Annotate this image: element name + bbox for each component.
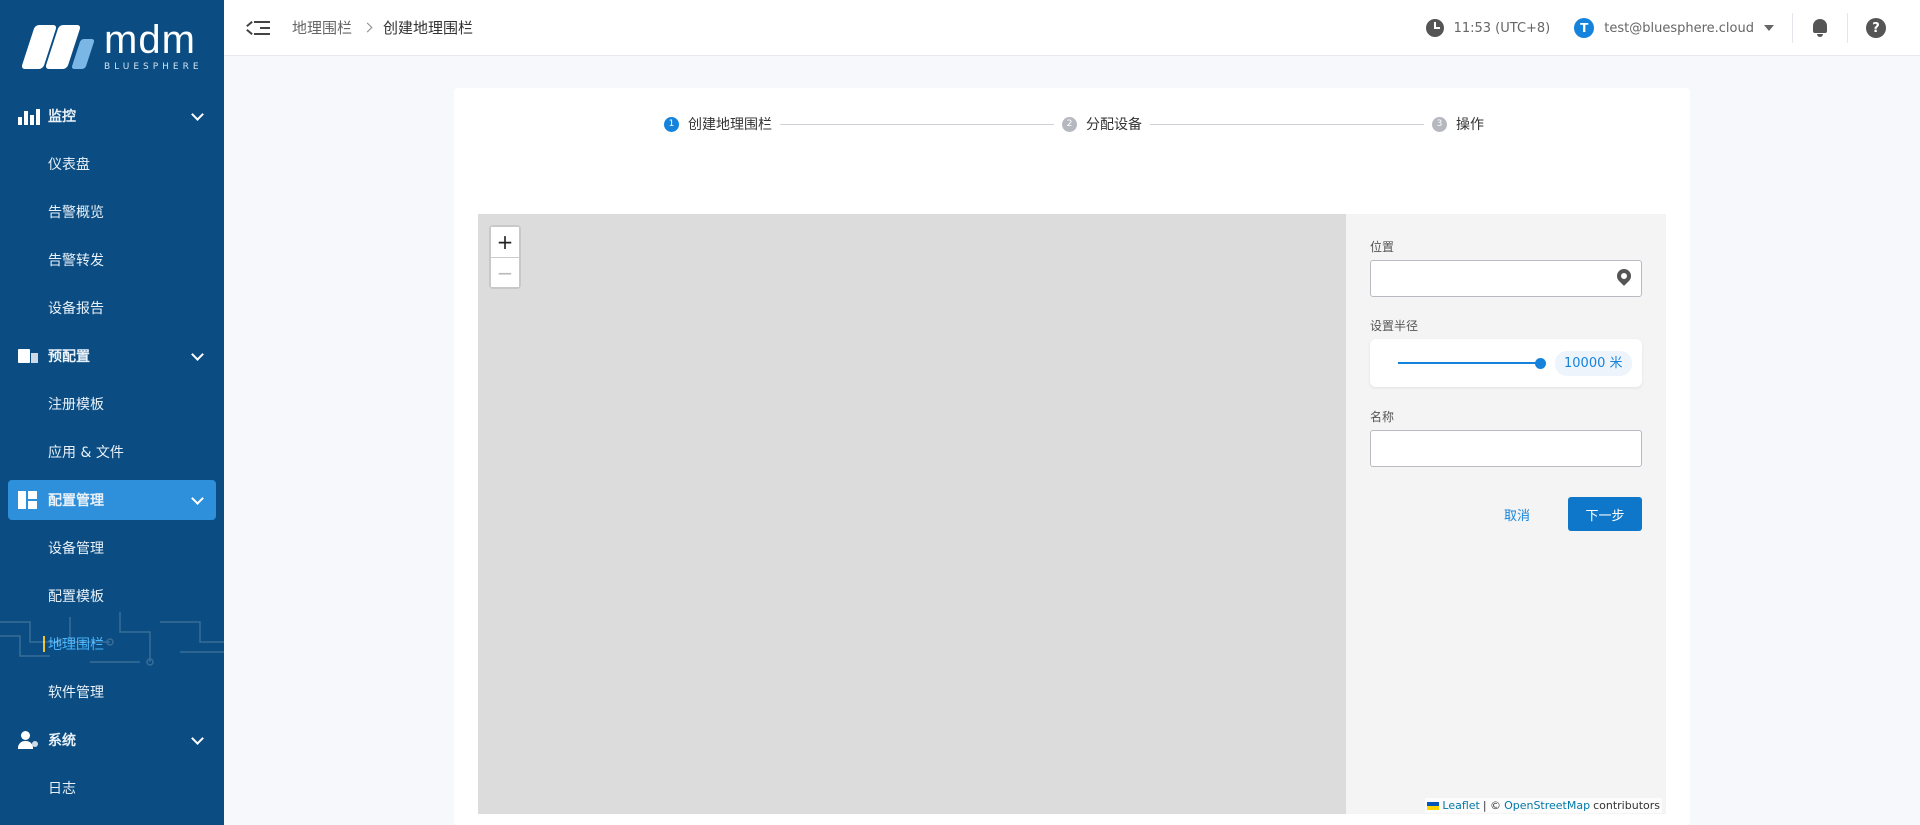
radius-slider: 10000 米 <box>1370 339 1642 387</box>
devices-icon <box>18 347 38 365</box>
topbar: 地理围栏 创建地理围栏 11:53 (UTC+8) T test@bluesph… <box>224 0 1920 56</box>
collapse-menu-icon[interactable] <box>246 18 270 38</box>
zoom-control: + − <box>489 225 521 289</box>
caret-down-icon[interactable] <box>1764 25 1774 31</box>
map-attribution: Leaflet | © OpenStreetMap contributors <box>1425 798 1662 813</box>
sidebar-item-dashboard[interactable]: 仪表盘 <box>0 140 224 188</box>
sidebar-item-software-management[interactable]: 软件管理 <box>0 668 224 716</box>
sidebar: mdm BLUESPHERE 监控 仪表盘 告警概览 告警转发 设备报告 预配置… <box>0 0 224 825</box>
sidebar-group-label: 系统 <box>48 733 76 749</box>
sidebar-item-apps-files[interactable]: 应用 & 文件 <box>0 428 224 476</box>
user-email[interactable]: test@bluesphere.cloud <box>1604 21 1754 36</box>
step-3: 3 操作 <box>1432 114 1484 134</box>
sidebar-group-label: 预配置 <box>48 349 90 365</box>
next-button[interactable]: 下一步 <box>1568 497 1642 531</box>
dashboard-layout-icon <box>18 491 38 509</box>
geofence-form: 位置 设置半径 10000 米 名称 取消 下一步 <box>1370 238 1642 531</box>
step-2: 2 分配设备 <box>1062 114 1142 134</box>
sidebar-group-monitor[interactable]: 监控 <box>0 92 224 140</box>
location-field <box>1370 260 1642 297</box>
slider-handle[interactable] <box>1535 358 1546 369</box>
sidebar-group-label: 监控 <box>48 109 76 125</box>
breadcrumb-geofence[interactable]: 地理围栏 <box>292 17 352 38</box>
sidebar-group-system[interactable]: 系统 <box>0 716 224 764</box>
form-actions: 取消 下一步 <box>1370 497 1642 531</box>
step-label: 操作 <box>1456 117 1484 133</box>
sidebar-nav: 监控 仪表盘 告警概览 告警转发 设备报告 预配置 注册模板 应用 & 文件 配… <box>0 92 224 812</box>
radius-value: 10000 米 <box>1555 351 1632 376</box>
cancel-button[interactable]: 取消 <box>1504 505 1530 524</box>
chevron-down-icon <box>191 492 204 505</box>
circuit-decoration <box>0 612 224 666</box>
bell-icon[interactable] <box>1811 18 1829 38</box>
location-label: 位置 <box>1370 240 1395 254</box>
chart-icon <box>18 107 40 125</box>
divider <box>1847 13 1848 43</box>
logo-mark-icon <box>20 21 98 71</box>
step-number: 3 <box>1432 116 1447 132</box>
chevron-right-icon <box>362 22 373 33</box>
slider-track[interactable] <box>1398 362 1540 364</box>
geofence-editor: + − 位置 设置半径 10000 米 名称 取消 下一步 Leaflet | … <box>478 214 1666 814</box>
zoom-in-button[interactable]: + <box>491 227 519 257</box>
leaflet-link[interactable]: Leaflet <box>1442 799 1479 812</box>
step-label: 分配设备 <box>1086 117 1142 133</box>
step-connector <box>780 123 1054 125</box>
name-label: 名称 <box>1370 410 1395 424</box>
step-1: 1 创建地理围栏 <box>664 114 772 134</box>
sidebar-item-alert-overview[interactable]: 告警概览 <box>0 188 224 236</box>
attribution-suffix: contributors <box>1593 799 1660 812</box>
stepper: 1 创建地理围栏 2 分配设备 3 操作 <box>664 114 1484 134</box>
content-card: 1 创建地理围栏 2 分配设备 3 操作 + − 位置 设置半径 10000 米… <box>454 88 1690 825</box>
help-icon[interactable]: ? <box>1866 18 1886 38</box>
step-connector <box>1150 123 1424 125</box>
radius-label: 设置半径 <box>1370 319 1419 333</box>
step-number: 2 <box>1062 116 1077 132</box>
map-pin-icon[interactable] <box>1617 269 1631 289</box>
avatar[interactable]: T <box>1574 18 1595 38</box>
chevron-down-icon <box>191 732 204 745</box>
sidebar-group-preconfig[interactable]: 预配置 <box>0 332 224 380</box>
step-number: 1 <box>664 116 679 132</box>
name-field <box>1370 430 1642 467</box>
logo-sub: BLUESPHERE <box>104 62 203 72</box>
chevron-down-icon <box>191 108 204 121</box>
user-gear-icon <box>18 731 38 749</box>
attribution-sep: | © <box>1482 799 1502 812</box>
clock-icon <box>1425 19 1444 37</box>
sidebar-item-device-management[interactable]: 设备管理 <box>0 524 224 572</box>
breadcrumb-create-geofence: 创建地理围栏 <box>383 19 474 37</box>
logo-brand: mdm <box>104 18 196 62</box>
topbar-right: 11:53 (UTC+8) T test@bluesphere.cloud ? <box>1425 0 1920 56</box>
sidebar-group-label: 配置管理 <box>48 493 104 509</box>
step-label: 创建地理围栏 <box>688 117 772 133</box>
divider <box>1792 13 1793 43</box>
map-canvas[interactable]: + − <box>478 214 1346 814</box>
name-input[interactable] <box>1381 431 1601 466</box>
chevron-down-icon <box>191 348 204 361</box>
logo[interactable]: mdm BLUESPHERE <box>0 0 224 92</box>
sidebar-item-logs[interactable]: 日志 <box>0 764 224 812</box>
current-time: 11:53 (UTC+8) <box>1453 20 1551 36</box>
breadcrumb: 地理围栏 创建地理围栏 <box>292 17 473 38</box>
sidebar-item-alert-forward[interactable]: 告警转发 <box>0 236 224 284</box>
sidebar-item-device-report[interactable]: 设备报告 <box>0 284 224 332</box>
sidebar-group-config[interactable]: 配置管理 <box>8 480 216 520</box>
openstreetmap-link[interactable]: OpenStreetMap <box>1504 799 1590 812</box>
location-input[interactable] <box>1381 261 1601 296</box>
zoom-out-button[interactable]: − <box>491 257 519 287</box>
ukraine-flag-icon <box>1427 801 1440 810</box>
sidebar-item-enroll-template[interactable]: 注册模板 <box>0 380 224 428</box>
